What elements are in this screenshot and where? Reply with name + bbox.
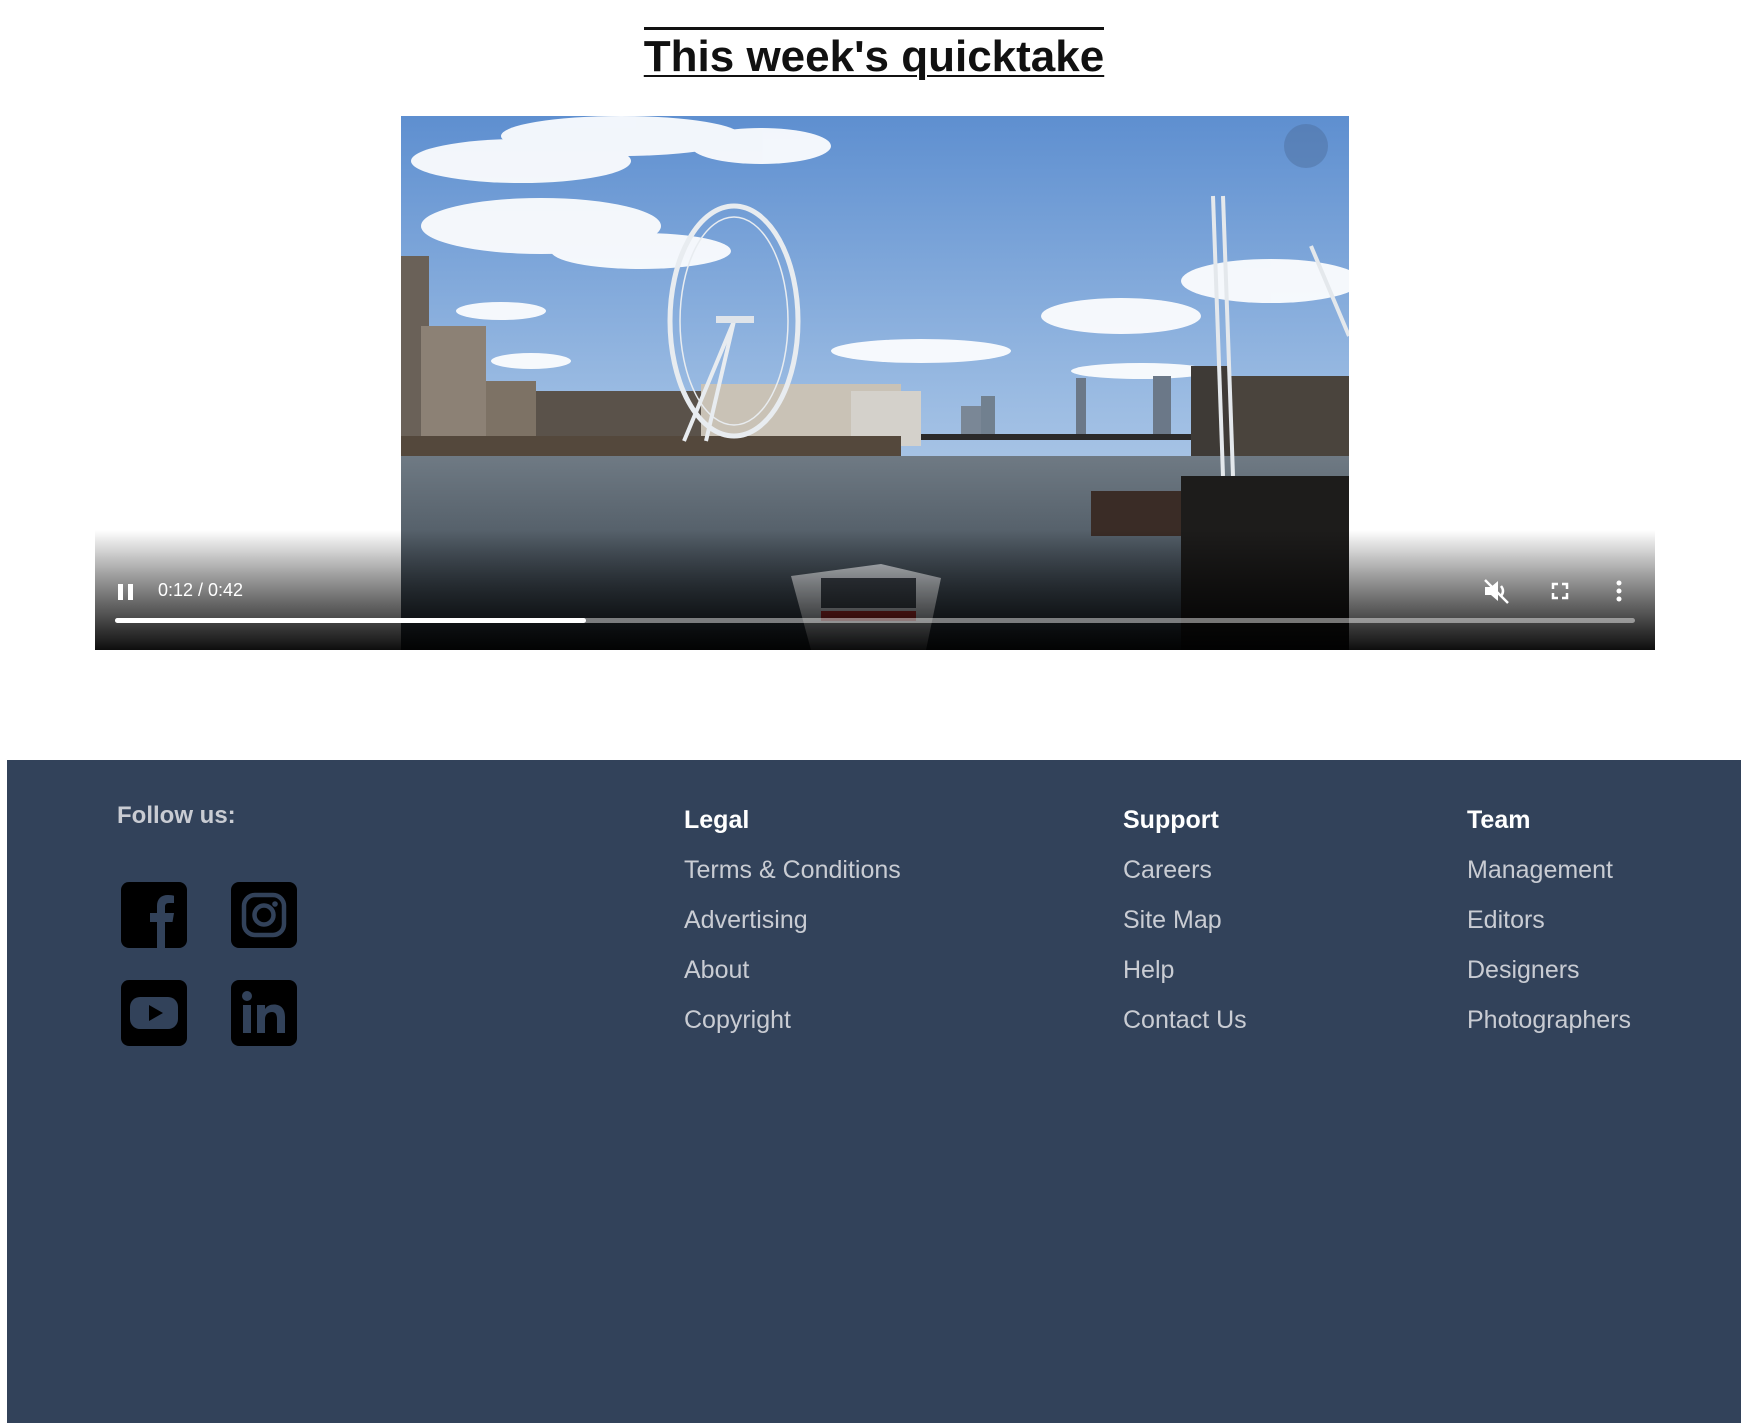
- footer-heading-support: Support: [1123, 806, 1219, 834]
- page-title: This week's quicktake: [0, 27, 1741, 82]
- mute-button[interactable]: [1482, 578, 1510, 604]
- video-time-display: 0:12 / 0:42: [158, 580, 244, 600]
- follow-us-label: Follow us:: [117, 802, 236, 829]
- facebook-link[interactable]: [121, 882, 187, 948]
- pause-button[interactable]: [115, 580, 137, 604]
- footer-column-team: Team Management Editors Designers Photog…: [1467, 806, 1631, 1056]
- footer-heading-team: Team: [1467, 806, 1531, 834]
- footer-link-terms[interactable]: Terms & Conditions: [684, 856, 901, 885]
- footer-link-designers[interactable]: Designers: [1467, 956, 1631, 985]
- footer-heading-legal: Legal: [684, 806, 750, 834]
- facebook-icon: [150, 895, 174, 948]
- footer-link-contact-us[interactable]: Contact Us: [1123, 1006, 1247, 1035]
- linkedin-link[interactable]: [231, 980, 297, 1046]
- page-title-link[interactable]: This week's quicktake: [643, 27, 1105, 81]
- footer-column-legal: Legal Terms & Conditions Advertising Abo…: [684, 806, 901, 1056]
- instagram-link[interactable]: [231, 882, 297, 948]
- fullscreen-icon: [1551, 582, 1569, 600]
- more-options-icon: [1616, 580, 1622, 602]
- footer-link-about[interactable]: About: [684, 956, 901, 985]
- video-progress-fill: [115, 618, 587, 623]
- footer-link-site-map[interactable]: Site Map: [1123, 906, 1247, 935]
- linkedin-icon: [242, 991, 285, 1033]
- fullscreen-button[interactable]: [1547, 578, 1573, 604]
- footer-link-editors[interactable]: Editors: [1467, 906, 1631, 935]
- youtube-icon: [130, 997, 178, 1029]
- footer-column-support: Support Careers Site Map Help Contact Us: [1123, 806, 1247, 1056]
- video-progress-bar[interactable]: [115, 618, 1635, 623]
- footer-link-management[interactable]: Management: [1467, 856, 1631, 885]
- video-controls-overlay: [95, 530, 1655, 650]
- more-options-button[interactable]: [1611, 578, 1627, 604]
- footer-link-advertising[interactable]: Advertising: [684, 906, 901, 935]
- footer-link-copyright[interactable]: Copyright: [684, 1006, 901, 1035]
- youtube-link[interactable]: [121, 980, 187, 1046]
- muted-volume-icon: [1484, 579, 1509, 604]
- footer-link-photographers[interactable]: Photographers: [1467, 1006, 1631, 1035]
- instagram-icon: [241, 892, 287, 938]
- pause-icon: [118, 584, 123, 600]
- site-footer: Follow us: Legal Terms & Conditions Adve…: [7, 760, 1741, 1423]
- video-player[interactable]: 0:12 / 0:42: [95, 116, 1655, 650]
- footer-link-help[interactable]: Help: [1123, 956, 1247, 985]
- footer-link-careers[interactable]: Careers: [1123, 856, 1247, 885]
